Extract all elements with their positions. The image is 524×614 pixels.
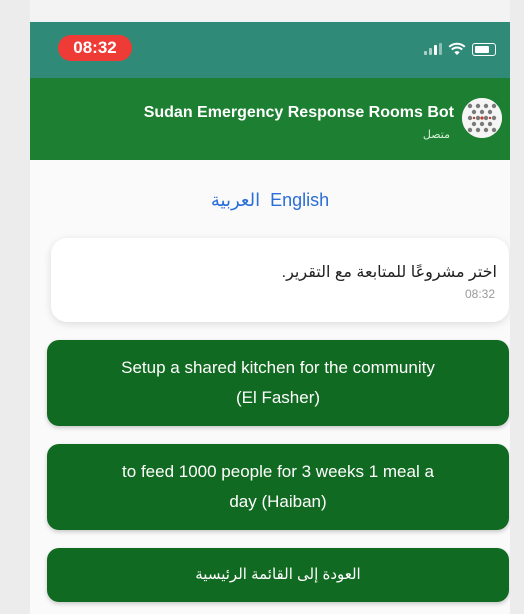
status-icons (424, 40, 496, 58)
project-button-line: Setup a shared kitchen for the community (121, 358, 435, 377)
left-frame (0, 0, 30, 614)
chat-header: Sudan Emergency Response Rooms Bot متصل (30, 78, 510, 160)
bot-avatar[interactable] (462, 98, 502, 138)
lang-arabic-link[interactable]: العربية (211, 190, 260, 211)
wifi-icon (448, 42, 466, 55)
battery-icon (472, 42, 496, 56)
project-button-line: to feed 1000 people for 3 weeks 1 meal a (122, 462, 434, 481)
phone-screen: 08:32 Sudan Emergency Response Rooms Bot… (30, 22, 510, 614)
bot-message: اختر مشروعًا للمتابعة مع التقرير. 08:32 (51, 238, 509, 322)
back-button-label: العودة إلى القائمة الرئيسية (195, 566, 361, 583)
project-button-haiban[interactable]: to feed 1000 people for 3 weeks 1 meal a… (47, 444, 509, 530)
project-button-line: day (Haiban) (229, 492, 327, 511)
status-time: 08:32 (58, 35, 132, 61)
signal-icon (424, 43, 442, 55)
language-selector: العربية English (30, 190, 510, 211)
message-time: 08:32 (464, 287, 495, 301)
status-bar: 08:32 (30, 22, 510, 78)
project-button-line: (El Fasher) (235, 388, 321, 407)
chat-content: العربية English اختر مشروعًا للمتابعة مع… (30, 160, 510, 614)
right-frame (510, 0, 524, 614)
message-text: اختر مشروعًا للمتابعة مع التقرير. (281, 264, 497, 281)
back-to-main-menu-button[interactable]: العودة إلى القائمة الرئيسية (47, 548, 509, 602)
bot-avatar-pattern-icon (462, 98, 502, 138)
bot-title: Sudan Emergency Response Rooms Bot (143, 104, 454, 121)
bot-status: متصل (422, 129, 450, 141)
lang-english-link[interactable]: English (270, 190, 329, 211)
project-button-el-fasher[interactable]: Setup a shared kitchen for the community… (47, 340, 509, 426)
